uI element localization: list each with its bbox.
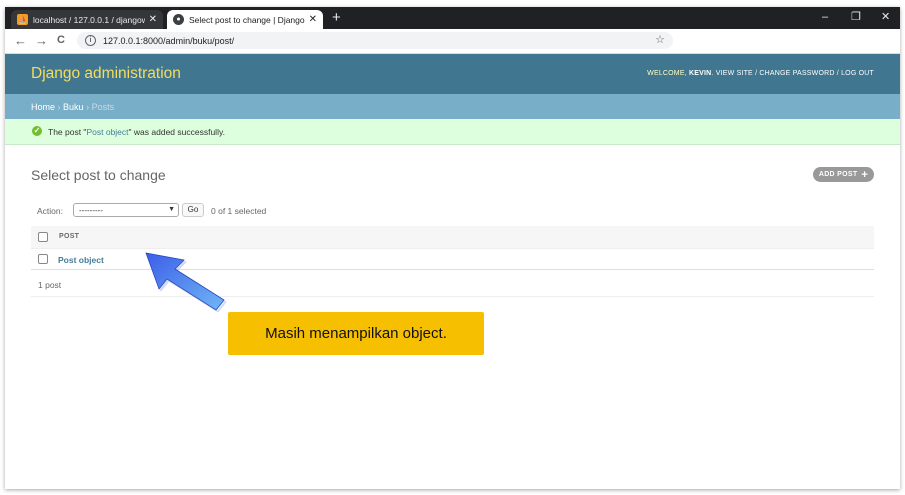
separator: / [836,70,839,77]
welcome-text: WELCOME, [647,70,687,77]
close-tab-icon[interactable]: ✕ [309,14,317,25]
row-checkbox[interactable] [38,254,48,264]
close-window-icon[interactable]: ✕ [881,9,890,25]
log-out-link[interactable]: LOG OUT [841,70,874,77]
message-post-link[interactable]: Post object [86,127,128,137]
tab-title: localhost / 127.0.0.1 / djangowe [33,14,145,25]
restore-icon[interactable]: ❐ [851,9,861,25]
column-header-post[interactable]: POST [59,233,79,240]
username: KEVIN [689,70,712,77]
new-tab-button[interactable]: + [332,9,341,27]
separator: / [755,70,758,77]
dropdown-arrow-icon: ▼ [168,206,175,213]
success-check-icon: ✓ [32,126,42,136]
message-suffix: " was added successfully. [128,127,225,137]
post-object-link[interactable]: Post object [58,255,104,265]
admin-header: Django administration WELCOME, KEVIN. VI… [5,54,900,94]
bookmark-star-icon[interactable]: ☆ [655,33,665,46]
phpmyadmin-icon: ⛵ [17,14,28,25]
browser-toolbar: ← → C i 127.0.0.1:8000/admin/buku/post/ … [5,29,900,54]
close-tab-icon[interactable]: ✕ [149,14,157,25]
action-selected-value: --------- [79,206,103,215]
add-post-label: ADD POST [818,171,858,178]
tab-strip: ⛵ localhost / 127.0.0.1 / djangowe ✕ ● S… [5,7,900,29]
view-site-link[interactable]: VIEW SITE [716,70,753,77]
reload-icon[interactable]: C [57,32,65,49]
breadcrumb-current: Posts [91,102,115,112]
tab-phpmyadmin[interactable]: ⛵ localhost / 127.0.0.1 / djangowe ✕ [11,10,163,29]
breadcrumb-app[interactable]: Buku [63,102,84,112]
user-tools: WELCOME, KEVIN. VIEW SITE / CHANGE PASSW… [647,70,874,77]
change-password-link[interactable]: CHANGE PASSWORD [759,70,834,77]
action-select[interactable]: --------- ▼ [73,203,179,217]
action-label: Action: [37,206,63,216]
plus-icon: + [861,168,869,181]
annotation-callout: Masih menampilkan object. [228,312,484,355]
success-message: ✓ The post "Post object" was added succe… [5,119,900,145]
selection-counter: 0 of 1 selected [211,206,267,216]
select-all-checkbox[interactable] [38,232,48,242]
forward-arrow-icon[interactable]: → [35,32,48,49]
annotation-arrow-icon [145,252,227,313]
address-bar[interactable]: i 127.0.0.1:8000/admin/buku/post/ ☆ [77,32,673,49]
url-text: 127.0.0.1:8000/admin/buku/post/ [103,35,235,46]
message-prefix: The post " [48,127,87,137]
go-button[interactable]: Go [182,203,204,217]
breadcrumb: Home › Buku › Posts [5,94,900,119]
breadcrumb-sep: › [86,102,90,112]
site-branding[interactable]: Django administration [31,65,181,83]
globe-icon: ● [173,14,184,25]
back-arrow-icon[interactable]: ← [14,32,27,49]
tab-title: Select post to change | Django s [189,14,305,25]
page-title: Select post to change [31,167,166,183]
browser-window: ⛵ localhost / 127.0.0.1 / djangowe ✕ ● S… [5,7,900,489]
minimize-icon[interactable]: – [822,9,828,25]
tab-django-admin[interactable]: ● Select post to change | Django s ✕ [167,10,323,29]
table-header: POST [31,226,874,249]
breadcrumb-sep: › [57,102,61,112]
breadcrumb-home[interactable]: Home [31,102,55,112]
result-count: 1 post [38,280,62,290]
add-post-button[interactable]: ADD POST + [813,167,874,182]
info-icon[interactable]: i [85,35,96,46]
